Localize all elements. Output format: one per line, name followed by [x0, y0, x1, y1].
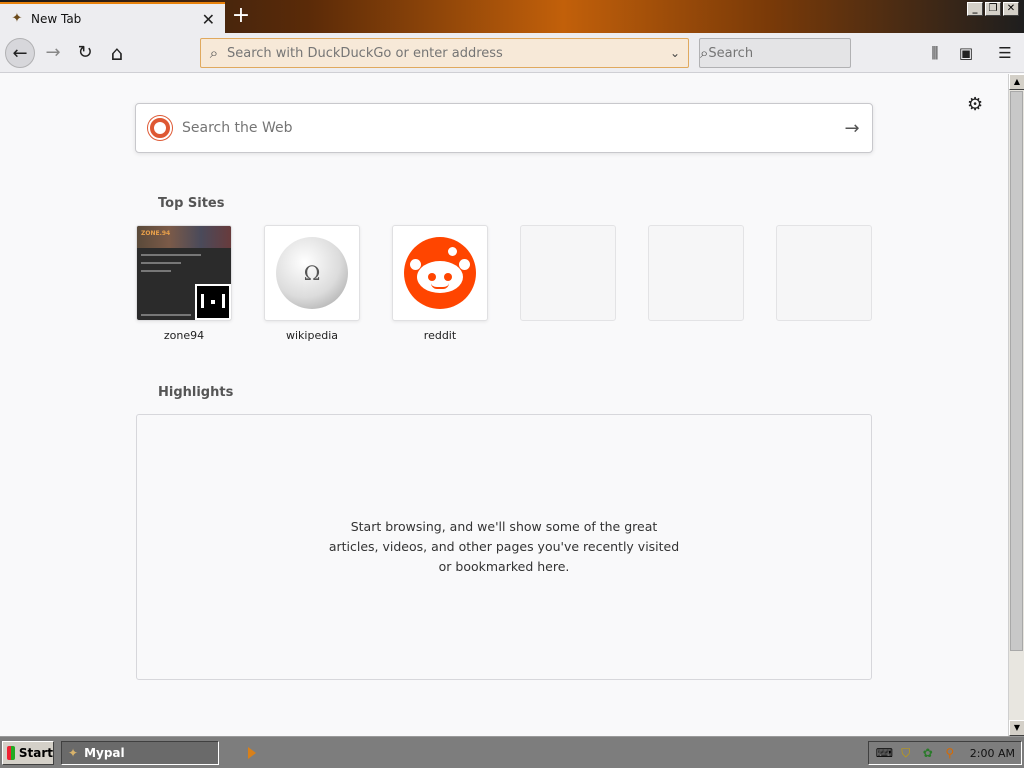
keyboard-icon[interactable]: ⌨ — [876, 745, 893, 761]
reload-button[interactable]: ↻ — [70, 38, 100, 68]
home-button[interactable]: ⌂ — [102, 38, 132, 68]
search-bar[interactable]: ⌕ — [699, 38, 879, 68]
vertical-scrollbar[interactable]: ▲ ▼ — [1008, 74, 1024, 736]
search-icon[interactable]: ⚲ — [942, 745, 958, 761]
taskbar-item-mypal[interactable]: ✦ Mypal — [61, 741, 219, 765]
arrow-right-icon[interactable]: → — [832, 118, 872, 139]
top-site-empty[interactable] — [520, 225, 616, 321]
top-site-wikipedia[interactable]: Ω wikipedia — [264, 225, 360, 342]
search-icon: ⌕ — [700, 44, 709, 62]
tab-new-tab[interactable]: ✦ New Tab ✕ — [0, 2, 225, 33]
clock[interactable]: 2:00 AM — [970, 747, 1015, 760]
top-sites-heading[interactable]: Top Sites — [158, 196, 225, 211]
shield-icon[interactable]: ⛉ — [898, 745, 914, 761]
library-icon[interactable]: ⫼ — [925, 43, 945, 63]
top-site-reddit[interactable]: reddit — [392, 225, 488, 342]
scroll-thumb[interactable] — [1010, 91, 1023, 651]
top-site-empty[interactable] — [776, 225, 872, 321]
search-input[interactable] — [708, 45, 879, 61]
gear-icon[interactable]: ⚙ — [967, 94, 983, 115]
top-site-empty[interactable] — [648, 225, 744, 321]
scroll-up-button[interactable]: ▲ — [1009, 74, 1024, 90]
zone94-favicon — [195, 284, 231, 320]
site-thumbnail[interactable]: ZONE.94 — [136, 225, 232, 321]
empty-tile[interactable] — [520, 225, 616, 321]
tab-close-icon[interactable]: ✕ — [202, 10, 215, 29]
forward-button[interactable]: → — [38, 38, 68, 68]
back-button[interactable]: ← — [5, 38, 35, 68]
site-thumbnail[interactable]: Ω — [264, 225, 360, 321]
highlights-empty-state: Start browsing, and we'll show some of t… — [136, 414, 872, 680]
highlights-message: Start browsing, and we'll show some of t… — [328, 519, 680, 574]
mypal-icon: ✦ — [11, 10, 23, 26]
search-icon: ⌕ — [209, 44, 219, 62]
new-tab-page: ⚙ → Top Sites ZONE.94 zone — [0, 74, 1008, 736]
network-icon[interactable]: ✿ — [920, 745, 936, 761]
taskbar: Start ✦ Mypal ⌨ ⛉ ✿ ⚲ 2:00 AM — [0, 736, 1024, 768]
scroll-down-button[interactable]: ▼ — [1009, 720, 1024, 736]
start-button[interactable]: Start — [2, 741, 54, 765]
chevron-down-icon[interactable]: ⌄ — [662, 46, 688, 60]
start-label: Start — [18, 746, 53, 760]
system-tray: ⌨ ⛉ ✿ ⚲ 2:00 AM — [868, 741, 1022, 765]
duckduckgo-icon — [148, 116, 172, 140]
mouse-cursor-icon — [248, 747, 256, 759]
taskbar-item-label: Mypal — [84, 746, 125, 760]
menu-icon[interactable]: ☰ — [995, 43, 1015, 63]
empty-tile[interactable] — [648, 225, 744, 321]
new-tab-button[interactable]: + — [231, 4, 251, 28]
empty-tile[interactable] — [776, 225, 872, 321]
site-thumbnail[interactable] — [392, 225, 488, 321]
mypal-icon: ✦ — [68, 746, 79, 760]
wikipedia-globe-icon: Ω — [276, 237, 348, 309]
restore-button[interactable]: ❐ — [985, 2, 1001, 16]
tab-strip: ✦ New Tab ✕ + _ ❐ ✕ — [0, 0, 1024, 33]
highlights-heading[interactable]: Highlights — [158, 385, 233, 400]
web-search-input[interactable] — [182, 120, 832, 136]
top-site-zone94[interactable]: ZONE.94 zone94 — [136, 225, 232, 342]
site-label: reddit — [423, 329, 457, 342]
site-label: zone94 — [163, 329, 205, 342]
web-search-box[interactable]: → — [135, 103, 873, 153]
tab-title: New Tab — [31, 11, 82, 26]
navigation-toolbar: ← → ↻ ⌂ ⌕ ⌄ ⌕ ⫼ ▣ ☰ — [0, 33, 1024, 73]
windows-logo-icon — [7, 746, 15, 760]
site-label: wikipedia — [285, 329, 338, 342]
sidebar-icon[interactable]: ▣ — [956, 43, 976, 63]
minimize-button[interactable]: _ — [967, 2, 983, 16]
reddit-icon — [404, 237, 476, 309]
url-input[interactable] — [227, 45, 662, 61]
url-bar[interactable]: ⌕ ⌄ — [200, 38, 689, 68]
window-close-button[interactable]: ✕ — [1003, 2, 1019, 16]
